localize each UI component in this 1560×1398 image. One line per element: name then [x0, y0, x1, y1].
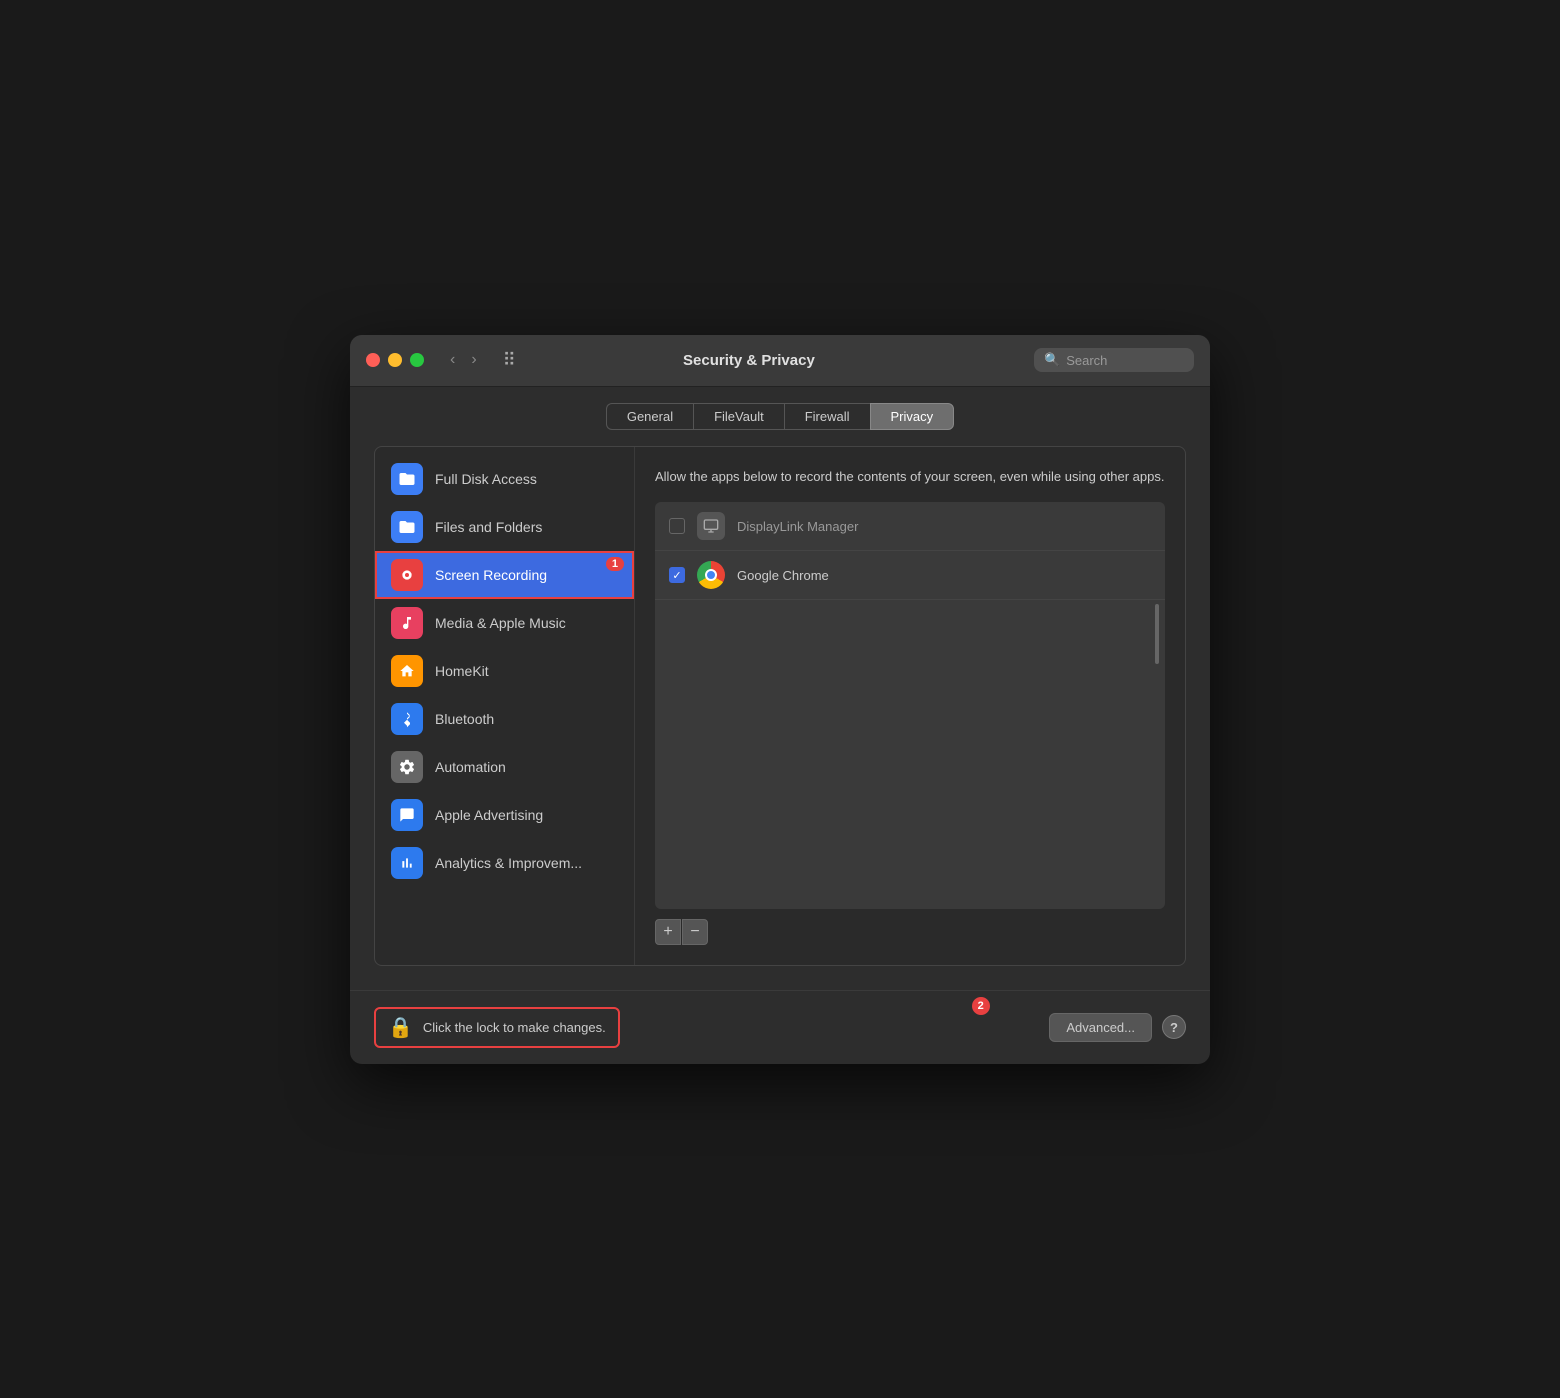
- lock-icon: 🔒: [388, 1015, 413, 1040]
- back-button[interactable]: ‹: [444, 349, 461, 371]
- sidebar-item-label: Bluetooth: [435, 711, 494, 727]
- sidebar-item-label: Automation: [435, 759, 506, 775]
- sidebar-item-full-disk-access[interactable]: Full Disk Access: [375, 455, 634, 503]
- screen-recording-badge: 1: [606, 557, 624, 571]
- bluetooth-icon: [391, 703, 423, 735]
- lock-text: Click the lock to make changes.: [423, 1020, 606, 1035]
- sidebar-item-analytics[interactable]: Analytics & Improvem...: [375, 839, 634, 887]
- app-row-displaylink: DisplayLink Manager: [655, 502, 1165, 551]
- titlebar: ‹ › ⠿ Security & Privacy 🔍: [350, 335, 1210, 387]
- chrome-name: Google Chrome: [737, 568, 829, 583]
- search-icon: 🔍: [1044, 352, 1060, 368]
- displaylink-icon: [697, 512, 725, 540]
- sidebar-item-automation[interactable]: Automation: [375, 743, 634, 791]
- chrome-icon: [697, 561, 725, 589]
- panel-description: Allow the apps below to record the conte…: [655, 467, 1165, 487]
- sidebar-item-label: Analytics & Improvem...: [435, 855, 582, 871]
- sidebar: Full Disk Access Files and Folders Scree…: [375, 447, 635, 965]
- footer-right: Advanced... ?: [1049, 1013, 1186, 1042]
- full-disk-access-icon: [391, 463, 423, 495]
- screen-recording-icon: [391, 559, 423, 591]
- add-app-button[interactable]: +: [655, 919, 681, 945]
- sidebar-item-media-apple-music[interactable]: Media & Apple Music: [375, 599, 634, 647]
- app-row-chrome: Google Chrome: [655, 551, 1165, 600]
- sidebar-item-bluetooth[interactable]: Bluetooth: [375, 695, 634, 743]
- automation-icon: [391, 751, 423, 783]
- files-and-folders-icon: [391, 511, 423, 543]
- traffic-lights: [366, 353, 424, 367]
- sidebar-item-files-and-folders[interactable]: Files and Folders: [375, 503, 634, 551]
- chrome-checkbox[interactable]: [669, 567, 685, 583]
- tab-firewall[interactable]: Firewall: [784, 403, 870, 430]
- footer-badge: 2: [972, 997, 990, 1015]
- footer: 🔒 Click the lock to make changes. 2 Adva…: [350, 990, 1210, 1064]
- analytics-icon: [391, 847, 423, 879]
- tab-general[interactable]: General: [606, 403, 693, 430]
- empty-list-area: [655, 600, 1165, 680]
- close-button[interactable]: [366, 353, 380, 367]
- system-preferences-window: ‹ › ⠿ Security & Privacy 🔍 General FileV…: [350, 335, 1210, 1064]
- advanced-button[interactable]: Advanced...: [1049, 1013, 1152, 1042]
- sidebar-item-label: Apple Advertising: [435, 807, 543, 823]
- displaylink-name: DisplayLink Manager: [737, 519, 858, 534]
- sidebar-item-label: HomeKit: [435, 663, 489, 679]
- search-input[interactable]: [1066, 353, 1184, 368]
- tab-bar: General FileVault Firewall Privacy: [374, 403, 1186, 430]
- sidebar-item-label: Media & Apple Music: [435, 615, 566, 631]
- list-controls: + −: [655, 919, 1165, 945]
- search-bar[interactable]: 🔍: [1034, 348, 1194, 372]
- sidebar-item-screen-recording[interactable]: Screen Recording 1: [375, 551, 634, 599]
- help-button[interactable]: ?: [1162, 1015, 1186, 1039]
- homekit-icon: [391, 655, 423, 687]
- fullscreen-button[interactable]: [410, 353, 424, 367]
- sidebar-item-apple-advertising[interactable]: Apple Advertising: [375, 791, 634, 839]
- scrollbar-thumb[interactable]: [1155, 604, 1159, 664]
- window-title: Security & Privacy: [476, 352, 1022, 369]
- right-panel: Allow the apps below to record the conte…: [635, 447, 1185, 965]
- tab-filevault[interactable]: FileVault: [693, 403, 784, 430]
- sidebar-item-label: Screen Recording: [435, 567, 547, 583]
- lock-button[interactable]: 🔒 Click the lock to make changes.: [374, 1007, 620, 1048]
- media-apple-music-icon: [391, 607, 423, 639]
- tab-privacy[interactable]: Privacy: [870, 403, 955, 430]
- sidebar-item-label: Files and Folders: [435, 519, 542, 535]
- minimize-button[interactable]: [388, 353, 402, 367]
- remove-app-button[interactable]: −: [682, 919, 708, 945]
- apple-advertising-icon: [391, 799, 423, 831]
- content-area: General FileVault Firewall Privacy Full …: [350, 387, 1210, 990]
- main-panel: Full Disk Access Files and Folders Scree…: [374, 446, 1186, 966]
- sidebar-item-label: Full Disk Access: [435, 471, 537, 487]
- displaylink-checkbox[interactable]: [669, 518, 685, 534]
- apps-list: DisplayLink Manager Google Chrome: [655, 502, 1165, 909]
- sidebar-item-homekit[interactable]: HomeKit: [375, 647, 634, 695]
